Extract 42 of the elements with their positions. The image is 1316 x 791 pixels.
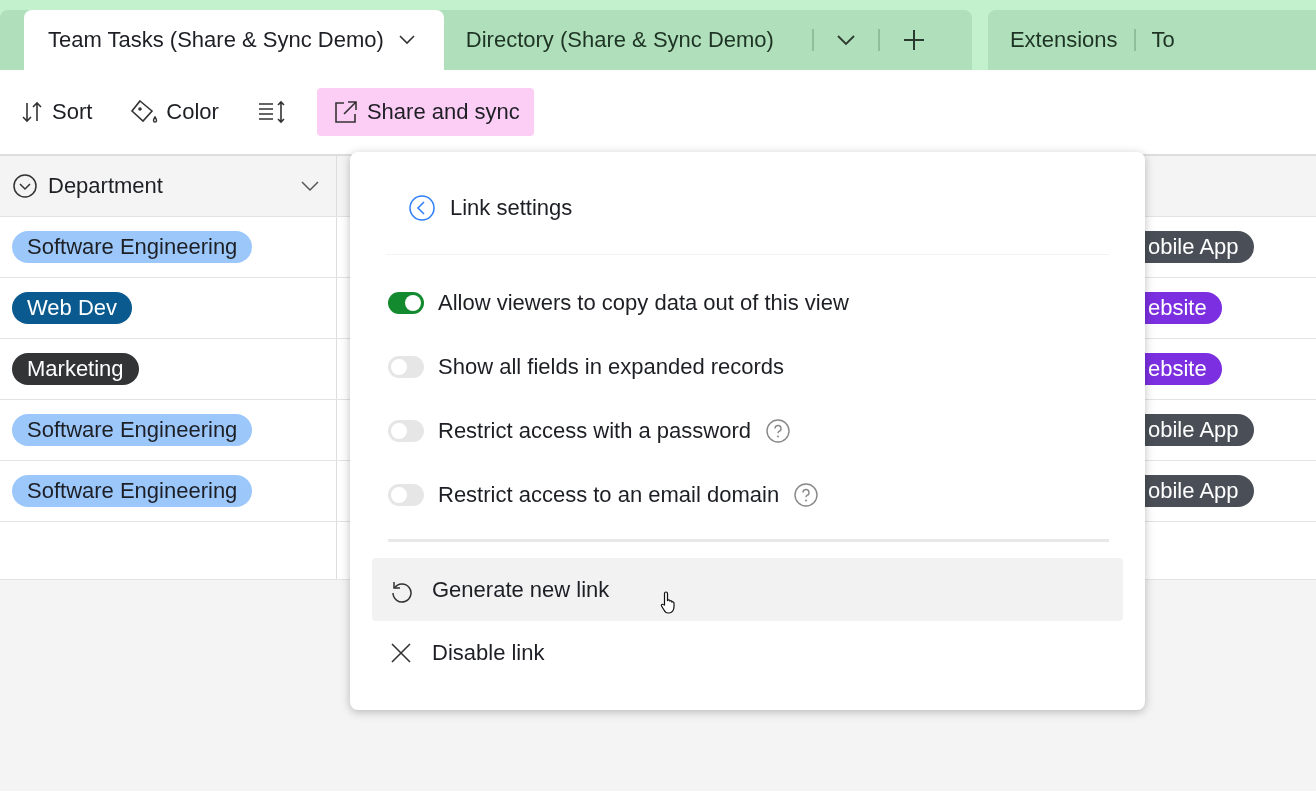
paint-bucket-icon	[130, 99, 159, 125]
project-tag: ebsite	[1145, 353, 1222, 385]
project-tag: obile App	[1145, 231, 1254, 263]
department-tag: Software Engineering	[12, 414, 253, 446]
option-label: Allow viewers to copy data out of this view	[438, 290, 849, 316]
share-button[interactable]: Share and sync	[316, 88, 534, 136]
chevron-down-icon[interactable]	[835, 34, 856, 46]
chevron-down-icon[interactable]	[300, 180, 320, 192]
tab-link[interactable]: To	[1151, 27, 1175, 53]
sort-button[interactable]: Sort	[12, 88, 101, 136]
toggle-switch[interactable]	[388, 420, 424, 442]
project-tag: ebsite	[1145, 292, 1222, 324]
toggle-switch[interactable]	[388, 356, 424, 378]
table-tab[interactable]: Team Tasks (Share & Sync Demo)	[24, 10, 444, 70]
column-header[interactable]: Department	[0, 156, 337, 216]
option-label: Show all fields in expanded records	[438, 354, 785, 380]
project-tag: obile App	[1145, 475, 1254, 507]
menu-item[interactable]: Generate new link	[372, 558, 1123, 621]
chevron-down-icon[interactable]	[397, 34, 416, 46]
menu-item[interactable]: Disable link	[372, 621, 1123, 684]
add-icon[interactable]	[901, 28, 926, 52]
tab-link[interactable]: Extensions	[1009, 27, 1118, 53]
toggle-switch[interactable]	[388, 292, 424, 314]
external-link-icon	[332, 99, 359, 125]
pointer-cursor-icon	[660, 590, 678, 614]
table-tab[interactable]: Directory (Share & Sync Demo)	[443, 10, 796, 70]
color-button[interactable]: Color	[122, 88, 227, 136]
option-label: Restrict access to an email domain	[438, 482, 780, 508]
back-icon[interactable]	[408, 194, 436, 222]
sort-icon	[20, 100, 44, 124]
department-tag: Software Engineering	[12, 475, 253, 507]
dropdown-icon	[12, 173, 38, 199]
project-tag: obile App	[1145, 414, 1254, 446]
option-label: Restrict access with a password	[438, 418, 751, 444]
department-tag: Software Engineering	[12, 231, 253, 263]
department-tag: Marketing	[12, 353, 139, 385]
row-height-icon	[256, 100, 287, 124]
popup-title: Link settings	[450, 195, 573, 221]
help-icon[interactable]	[765, 418, 791, 444]
toggle-switch[interactable]	[388, 484, 424, 506]
department-tag: Web Dev	[12, 292, 133, 324]
help-icon[interactable]	[793, 482, 820, 508]
